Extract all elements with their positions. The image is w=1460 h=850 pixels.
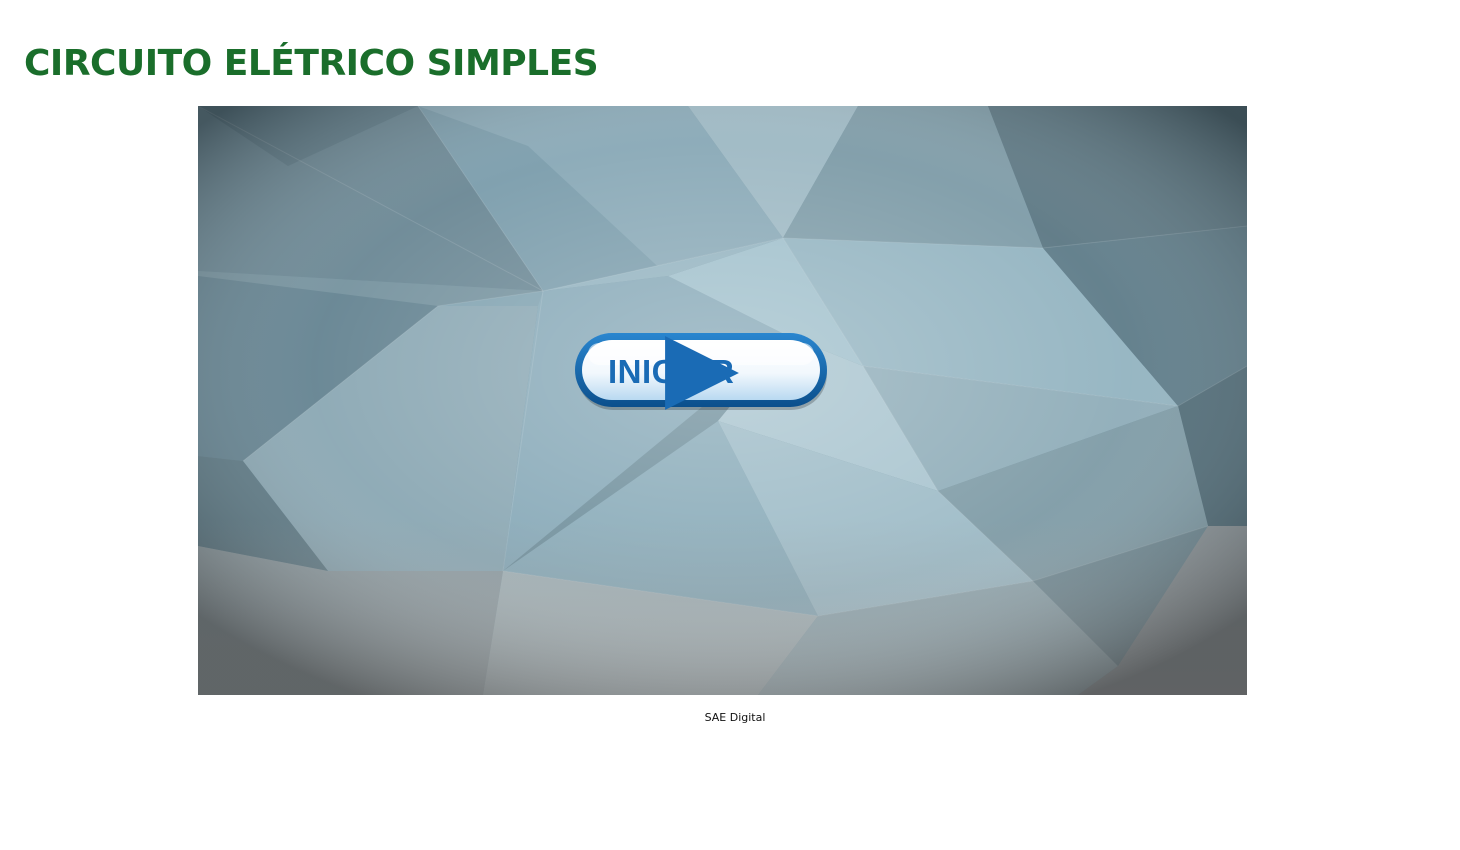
simulation-stage[interactable]: INICIAR <box>198 106 1247 695</box>
credit-text: SAE Digital <box>704 711 766 724</box>
page: CIRCUITO ELÉTRICO SIMPLES SAE Digital <box>0 0 1460 850</box>
page-title: CIRCUITO ELÉTRICO SIMPLES <box>24 43 599 84</box>
start-button[interactable]: INICIAR <box>574 332 830 414</box>
play-icon <box>665 336 739 410</box>
